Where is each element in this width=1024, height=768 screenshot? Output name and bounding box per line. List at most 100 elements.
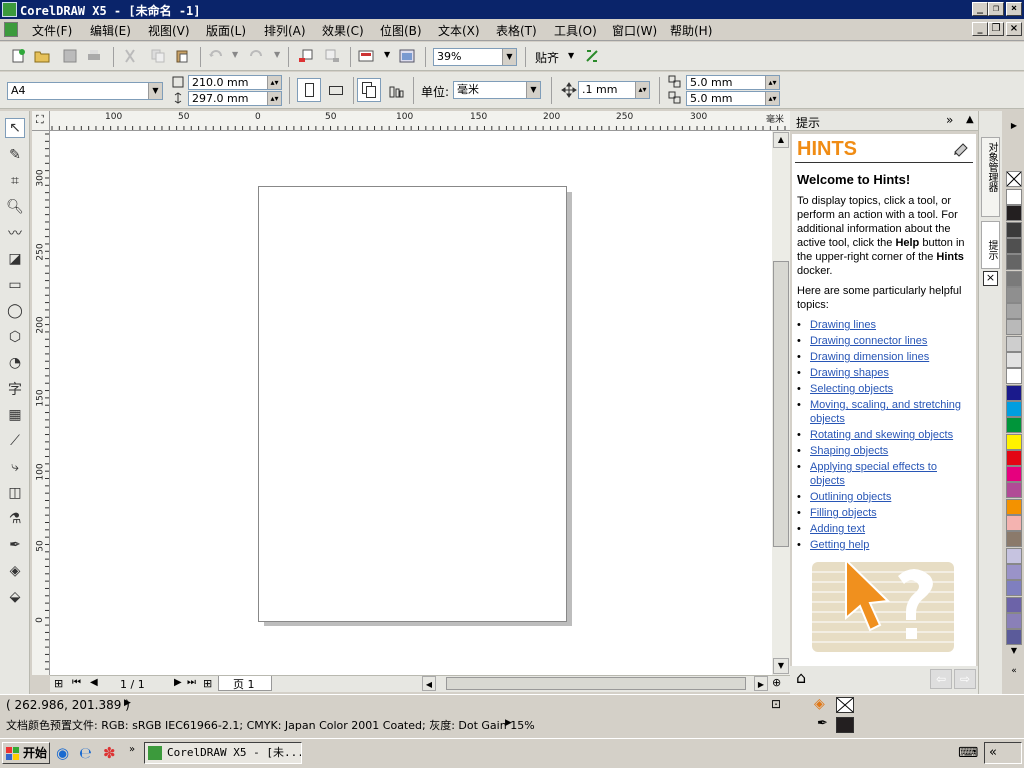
paste-icon[interactable] bbox=[174, 48, 190, 64]
duplicate-y-spinner-icon[interactable]: ▴▾ bbox=[765, 92, 779, 105]
outline-pen-tool-icon[interactable]: ✒ bbox=[5, 535, 25, 555]
zoom-tool-icon[interactable]: 🔍︎ bbox=[5, 197, 25, 217]
profile-expand-icon[interactable]: ▶ bbox=[505, 718, 512, 728]
next-page-icon[interactable]: ▶ bbox=[174, 677, 182, 688]
save-icon[interactable] bbox=[62, 48, 78, 64]
redo-icon[interactable] bbox=[248, 48, 264, 64]
scroll-left-icon[interactable]: ◀ bbox=[422, 676, 436, 691]
menu-tools[interactable]: 工具(O) bbox=[554, 22, 597, 39]
color-swatch[interactable] bbox=[1006, 515, 1022, 531]
hints-back-icon[interactable]: ⇦ bbox=[930, 669, 952, 689]
quick-launch-ie-icon[interactable]: ℮ bbox=[79, 744, 92, 762]
color-swatch[interactable] bbox=[1006, 384, 1022, 401]
duplicate-x-spinner-icon[interactable]: ▴▾ bbox=[765, 76, 779, 89]
ellipse-tool-icon[interactable]: ◯ bbox=[5, 301, 25, 321]
tabs-close-icon[interactable]: × bbox=[983, 271, 998, 286]
status-zoom-icon[interactable]: ⊡ bbox=[771, 697, 781, 711]
last-page-icon[interactable]: ⏭ bbox=[187, 677, 196, 688]
text-tool-icon[interactable]: 字 bbox=[5, 379, 25, 399]
horizontal-ruler[interactable]: 100 50 0 50 100 150 200 250 300 毫米 bbox=[50, 111, 790, 131]
object-manager-tab[interactable]: 对象管理器 bbox=[981, 137, 1000, 217]
open-folder-icon[interactable] bbox=[34, 48, 50, 64]
crop-tool-icon[interactable]: ⌗ bbox=[5, 171, 25, 191]
document-icon[interactable] bbox=[4, 22, 18, 37]
color-swatch[interactable] bbox=[1006, 449, 1022, 466]
scroll-down-icon[interactable]: ▼ bbox=[773, 658, 789, 674]
horizontal-scroll-thumb[interactable] bbox=[446, 677, 746, 690]
nudge-spinner-icon[interactable]: ▴▾ bbox=[635, 82, 649, 98]
help-book-icon[interactable] bbox=[952, 140, 970, 158]
connector-tool-icon[interactable]: ⤷ bbox=[5, 457, 25, 477]
nudge-distance-input[interactable]: .1 mm ▴▾ bbox=[578, 81, 650, 99]
topic-link[interactable]: Rotating and skewing objects bbox=[810, 429, 953, 441]
color-swatch[interactable] bbox=[1006, 352, 1022, 368]
page-height-spinner-icon[interactable]: ▴▾ bbox=[267, 92, 281, 105]
quick-launch-app-icon[interactable]: ✽ bbox=[103, 744, 116, 762]
paper-size-select[interactable]: A4 ▼ bbox=[7, 82, 163, 100]
units-dropdown-icon[interactable]: ▼ bbox=[526, 82, 540, 98]
color-swatch[interactable] bbox=[1006, 580, 1022, 597]
tray-expand-icon[interactable]: « bbox=[984, 742, 1022, 764]
zoom-dropdown-icon[interactable]: ▼ bbox=[502, 49, 516, 65]
duplicate-x-input[interactable]: 5.0 mm ▴▾ bbox=[686, 75, 780, 90]
vertical-ruler[interactable]: 300 250 200 150 100 50 0 bbox=[32, 131, 50, 675]
topic-link[interactable]: Adding text bbox=[810, 523, 865, 535]
menu-effects[interactable]: 效果(C) bbox=[322, 22, 364, 39]
palette-expand-icon[interactable]: « bbox=[1006, 666, 1022, 678]
menu-arrange[interactable]: 排列(A) bbox=[264, 22, 306, 39]
all-pages-button[interactable] bbox=[357, 78, 381, 102]
ruler-origin[interactable]: ⛶ bbox=[32, 111, 50, 131]
first-page-icon[interactable]: ⏮ bbox=[72, 677, 81, 688]
color-swatch[interactable] bbox=[1006, 482, 1022, 499]
no-color-swatch[interactable] bbox=[1006, 171, 1022, 187]
smart-fill-tool-icon[interactable]: ◪ bbox=[5, 249, 25, 269]
hints-home-icon[interactable]: ⌂ bbox=[796, 668, 806, 687]
fill-none-swatch[interactable] bbox=[836, 697, 854, 713]
zoom-level-select[interactable]: 39% ▼ bbox=[433, 48, 517, 66]
color-swatch[interactable] bbox=[1006, 368, 1022, 385]
color-swatch[interactable] bbox=[1006, 498, 1022, 515]
menu-help[interactable]: 帮助(H) bbox=[670, 22, 712, 39]
color-swatch[interactable] bbox=[1006, 596, 1022, 613]
color-swatch[interactable] bbox=[1006, 205, 1022, 222]
topic-link[interactable]: Applying special effects to objects bbox=[810, 461, 937, 487]
interactive-fill-tool-icon[interactable]: ⬙ bbox=[5, 587, 25, 607]
color-swatch[interactable] bbox=[1006, 629, 1022, 646]
copy-icon[interactable] bbox=[150, 48, 166, 64]
palette-scroll-down-icon[interactable]: ▼ bbox=[1006, 646, 1022, 658]
new-document-icon[interactable] bbox=[10, 48, 26, 64]
color-swatch[interactable] bbox=[1006, 612, 1022, 629]
snap-to-button[interactable]: 贴齐 bbox=[535, 49, 559, 66]
palette-scroll-icon[interactable]: ▶ bbox=[1006, 121, 1022, 133]
minimize-icon[interactable]: _ bbox=[972, 2, 988, 16]
doc-close-icon[interactable]: × bbox=[1006, 22, 1022, 36]
print-icon[interactable] bbox=[86, 48, 102, 64]
color-swatch[interactable] bbox=[1006, 400, 1022, 417]
topic-link[interactable]: Drawing dimension lines bbox=[810, 351, 929, 363]
portrait-orientation-button[interactable] bbox=[297, 78, 321, 102]
color-swatch[interactable] bbox=[1006, 286, 1022, 303]
start-button[interactable]: 开始 bbox=[2, 742, 50, 764]
docker-expand-icon[interactable]: » bbox=[946, 113, 953, 127]
navigator-zoom-icon[interactable]: ⊕ bbox=[772, 676, 781, 689]
drawing-page[interactable] bbox=[258, 186, 567, 622]
options-icon[interactable] bbox=[584, 48, 600, 64]
page-width-input[interactable]: 210.0 mm ▴▾ bbox=[188, 75, 282, 90]
blend-tool-icon[interactable]: ◫ bbox=[5, 483, 25, 503]
close-icon[interactable]: × bbox=[1006, 2, 1022, 16]
taskbar-coreldraw-button[interactable]: CorelDRAW X5 - [未... bbox=[144, 742, 302, 764]
welcome-screen-icon[interactable] bbox=[399, 48, 415, 64]
cut-icon[interactable] bbox=[122, 48, 138, 64]
quick-launch-browser-icon[interactable]: ◉ bbox=[56, 744, 69, 762]
color-swatch[interactable] bbox=[1006, 237, 1022, 254]
color-swatch[interactable] bbox=[1006, 563, 1022, 580]
topic-link[interactable]: Moving, scaling, and stretching objects bbox=[810, 399, 961, 425]
quick-launch-more-icon[interactable]: » bbox=[129, 744, 135, 755]
menu-text[interactable]: 文本(X) bbox=[438, 22, 480, 39]
menu-layout[interactable]: 版面(L) bbox=[206, 22, 246, 39]
menu-edit[interactable]: 编辑(E) bbox=[90, 22, 131, 39]
topic-link[interactable]: Outlining objects bbox=[810, 491, 891, 503]
maximize-icon[interactable]: ❐ bbox=[988, 2, 1004, 16]
eyedropper-tool-icon[interactable]: ⚗ bbox=[5, 509, 25, 529]
status-expand-icon[interactable]: ▶ bbox=[124, 698, 131, 708]
